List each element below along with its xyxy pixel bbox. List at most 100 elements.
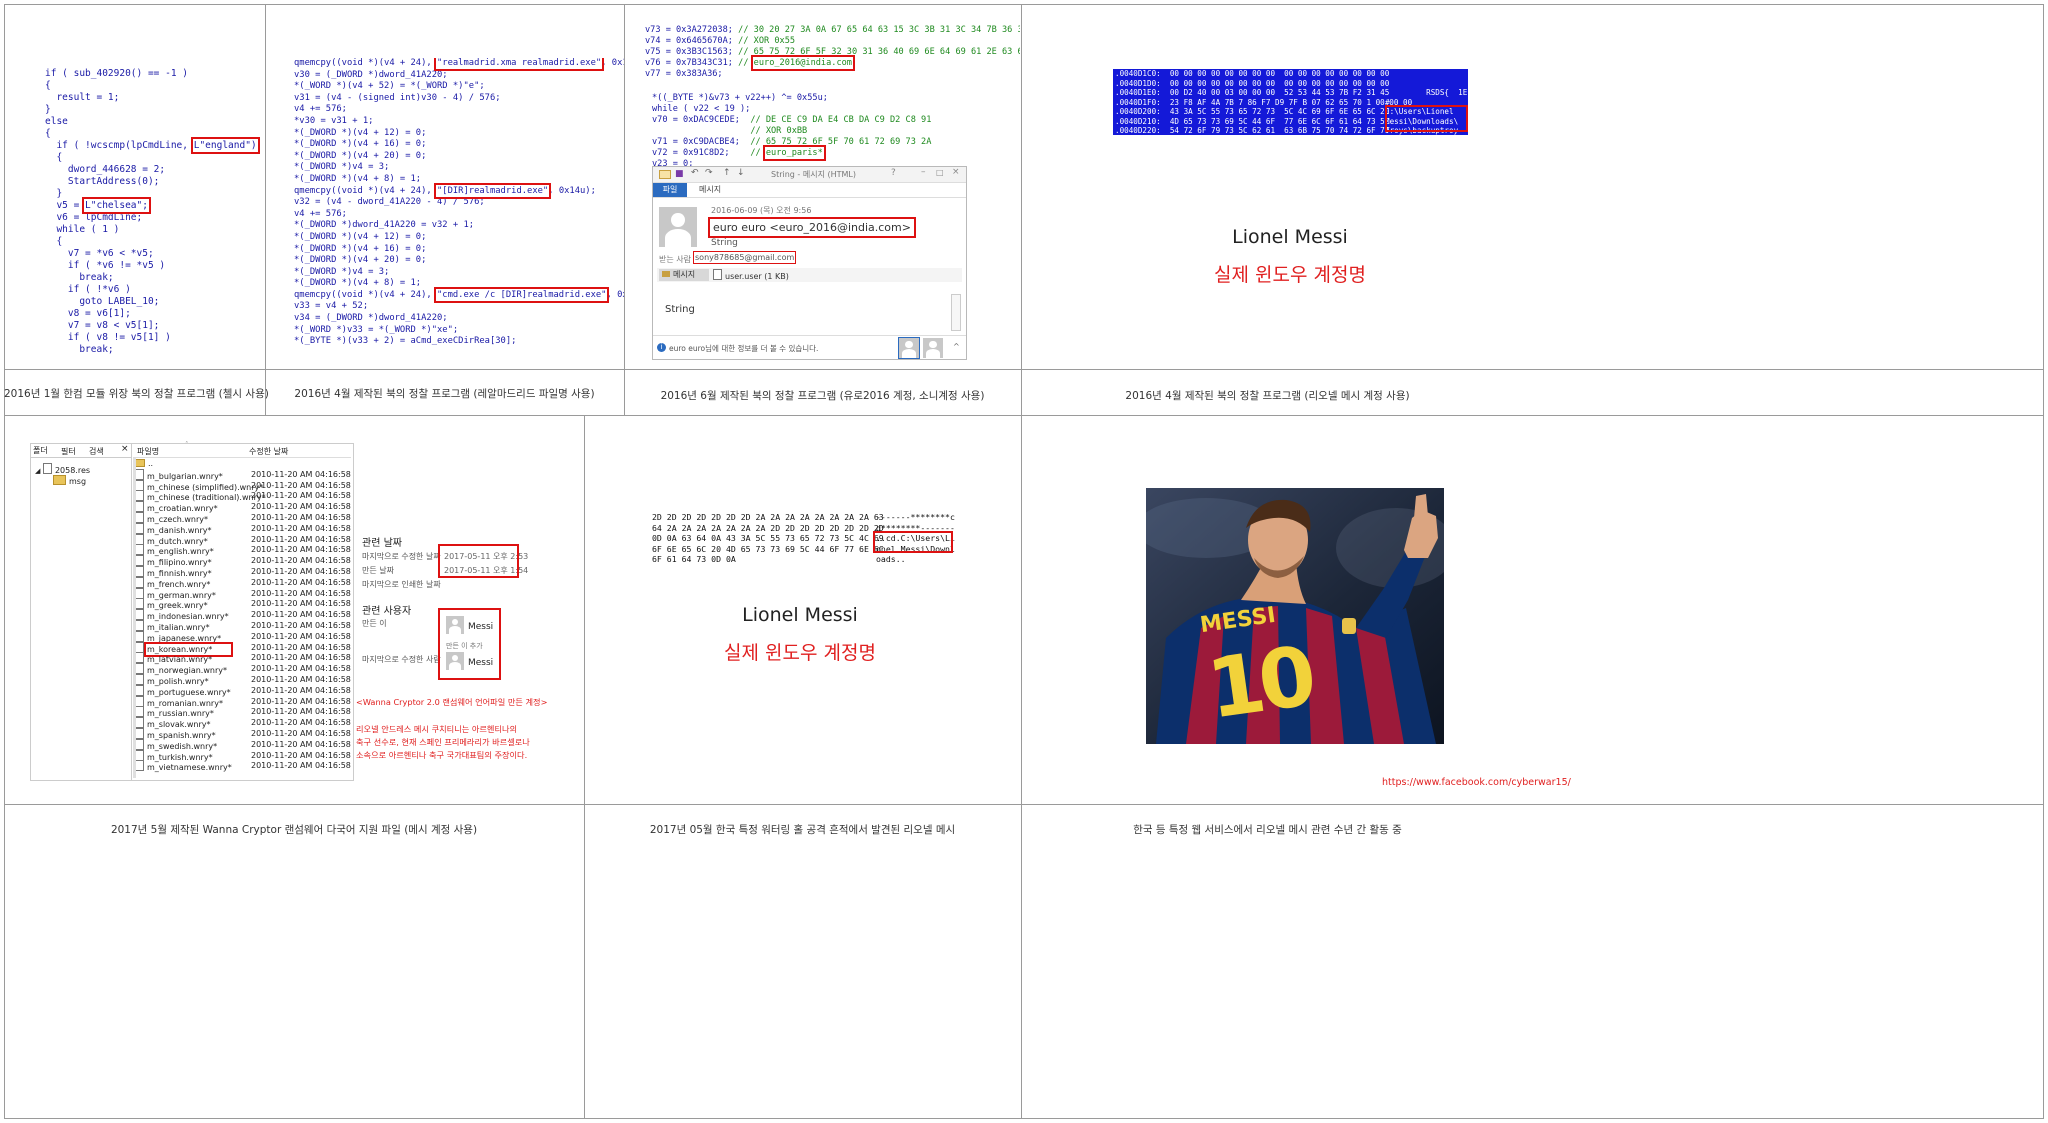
file-row[interactable]: m_danish.wnry* 2010-11-20 AM 04:16:58 <box>135 522 351 535</box>
caption-panel-3: 2016년 6월 제작된 북의 정찰 프로그램 (유로2016 계정, 소니계정… <box>660 390 985 402</box>
column-date[interactable]: 수정한 날짜 <box>249 446 288 457</box>
file-date: 2010-11-20 AM 04:16:58 <box>251 545 351 555</box>
file-date: 2010-11-20 AM 04:16:58 <box>251 685 351 695</box>
file-row[interactable]: m_filipino.wnry* 2010-11-20 AM 04:16:58 <box>135 555 351 567</box>
file-row[interactable]: m_finnish.wnry* 2010-11-20 AM 04:16:58 <box>135 566 351 578</box>
code-line: v4 += 576; <box>294 104 347 115</box>
undo-icon[interactable]: ↶ <box>691 168 699 178</box>
up-arrow-icon[interactable]: ↑ <box>723 168 731 178</box>
file-row[interactable]: m_chinese (traditional).wnry* 2010-11-20 … <box>135 490 351 502</box>
hex-line: 0D 0A 63 64 0A 43 3A 5C 55 73 65 72 73 5… <box>652 533 884 544</box>
list-scrollbar[interactable] <box>133 458 136 778</box>
code-line: // XOR 0xBB <box>750 126 808 136</box>
mail-recipient[interactable]: sony878685@gmail.com <box>692 251 797 264</box>
file-row[interactable]: m_vietnamese.wnry* 2010-11-20 AM 04:16:58 <box>135 760 351 772</box>
file-icon <box>135 620 144 631</box>
help-icon[interactable]: ? <box>891 168 896 178</box>
code-line: *(_DWORD *)(v4 + 20) = 0; <box>294 255 427 266</box>
parent-folder-row[interactable]: .. <box>135 458 351 469</box>
file-row[interactable]: m_dutch.wnry* 2010-11-20 AM 04:16:58 <box>135 533 351 546</box>
file-row[interactable]: m_latvian.wnry* 2010-11-20 AM 04:16:58 <box>135 652 351 664</box>
file-row[interactable]: m_bulgarian.wnry* 2010-11-20 AM 04:16:58 <box>135 468 351 481</box>
file-row[interactable]: m_italian.wnry* 2010-11-20 AM 04:16:58 <box>135 620 351 632</box>
code-line: v70 = 0xDAC9CEDE; // DE CE C9 DA E4 CB D… <box>652 115 932 125</box>
tree-item-msg[interactable]: msg <box>53 475 86 486</box>
tab-message[interactable]: 메시지 <box>699 184 721 195</box>
tab-search[interactable]: 검색 <box>89 446 104 457</box>
file-row[interactable]: m_chinese (simplified).wnry* 2010-11-20 A… <box>135 479 351 492</box>
expand-icon[interactable]: ◢ <box>35 467 40 475</box>
tree-item-2058[interactable]: ◢ 2058.res <box>35 463 90 475</box>
collapse-icon[interactable]: ^ <box>953 342 960 351</box>
people-avatar-1[interactable] <box>898 337 920 359</box>
file-row[interactable]: m_russian.wnry* 2010-11-20 AM 04:16:58 <box>135 706 351 718</box>
decompiled-code-chelsea: if ( sub_402920() == -1 ){ result = 1;} e… <box>45 68 260 358</box>
caption-panel-1: 2016년 1월 한컴 모듈 위장 북의 정찰 프로그램 (첼시 사용) <box>4 388 269 400</box>
file-date: 2010-11-20 AM 04:16:58 <box>251 491 351 501</box>
mail-subject: String <box>711 238 738 248</box>
divider <box>4 369 2044 370</box>
code-line: StartAddress(0); <box>45 176 160 187</box>
file-row[interactable]: m_french.wnry* 2010-11-20 AM 04:16:58 <box>135 576 351 589</box>
file-row[interactable]: m_czech.wnry* 2010-11-20 AM 04:16:58 <box>135 512 351 524</box>
code-line: v30 = (_DWORD *)dword_41A220; <box>294 69 448 80</box>
file-icon <box>135 479 144 491</box>
minimize-icon[interactable]: – <box>921 167 926 177</box>
hex-line: .0040D1D0: 00 00 00 00 00 00 00 00 00 00… <box>1115 78 1390 88</box>
file-row[interactable]: m_romanian.wnry* 2010-11-20 AM 04:16:58 <box>135 695 351 708</box>
file-row[interactable]: m_indonesian.wnry* 2010-11-20 AM 04:16:58 <box>135 609 351 621</box>
attachment-tab[interactable]: 메시지 <box>659 269 709 281</box>
file-row[interactable]: m_spanish.wnry* 2010-11-20 AM 04:16:58 <box>135 728 351 740</box>
sort-icon: ˆ <box>185 441 189 449</box>
jersey-number: 10 <box>1201 629 1317 738</box>
file-icon <box>135 695 144 707</box>
file-row[interactable]: m_german.wnry* 2010-11-20 AM 04:16:58 <box>135 587 351 600</box>
divider <box>584 415 585 1119</box>
mail-scrollbar[interactable] <box>951 294 961 331</box>
people-avatar-2[interactable] <box>923 338 943 358</box>
file-row[interactable]: m_swedish.wnry* 2010-11-20 AM 04:16:58 <box>135 738 351 751</box>
file-date: 2010-11-20 AM 04:16:58 <box>251 469 351 479</box>
file-row[interactable]: m_croatian.wnry* 2010-11-20 AM 04:16:58 <box>135 501 351 513</box>
divider <box>624 4 625 415</box>
attachment-file[interactable]: user.user (1 KB) <box>713 269 789 283</box>
tree-item-label: msg <box>69 477 87 486</box>
highlight-messi-path <box>873 531 953 553</box>
source-url[interactable]: https://www.facebook.com/cyberwar15/ <box>1382 777 1571 788</box>
divider <box>4 415 2044 416</box>
close-icon[interactable]: × <box>121 444 129 454</box>
maximize-icon[interactable]: □ <box>936 168 944 177</box>
file-row[interactable]: m_polish.wnry* 2010-11-20 AM 04:16:58 <box>135 674 351 686</box>
file-row[interactable]: m_japanese.wnry* 2010-11-20 AM 04:16:58 <box>135 630 351 643</box>
close-icon[interactable]: × <box>952 167 960 177</box>
hex-line: .0040D1C0: 00 00 00 00 00 00 00 00 00 00… <box>1115 69 1390 78</box>
file-row[interactable]: m_greek.wnry* 2010-11-20 AM 04:16:58 <box>135 598 351 610</box>
hex-line: .0040D220: 54 72 6F 79 73 5C 62 61 63 6B… <box>1115 126 1390 135</box>
tab-filter[interactable]: 필터 <box>61 446 76 457</box>
attachment-bar: 메시지 user.user (1 KB) <box>657 268 962 282</box>
file-date: 2010-11-20 AM 04:16:58 <box>251 707 351 717</box>
account-name: Lionel Messi <box>742 604 858 626</box>
save-icon[interactable]: ■ <box>675 169 684 179</box>
code-line: *(_DWORD *)(v4 + 8) = 1; <box>294 278 422 289</box>
code-line: v8 = v6[1]; <box>45 308 131 319</box>
tab-file[interactable]: 파일 <box>653 183 687 197</box>
file-row[interactable]: m_norwegian.wnry* 2010-11-20 AM 04:16:58 <box>135 663 351 675</box>
file-row[interactable]: m_turkish.wnry* 2010-11-20 AM 04:16:58 <box>135 749 351 762</box>
file-row[interactable]: m_english.wnry* 2010-11-20 AM 04:16:58 <box>135 544 351 556</box>
file-name: .. <box>148 459 154 468</box>
file-row[interactable]: m_portuguese.wnry* 2010-11-20 AM 04:16:58 <box>135 684 351 697</box>
redo-icon[interactable]: ↷ <box>705 168 713 178</box>
people-pane: i euro euro님에 대한 정보를 더 볼 수 있습니다. ^ <box>653 335 966 360</box>
folder-icon <box>53 475 66 485</box>
file-row[interactable]: m_slovak.wnry* 2010-11-20 AM 04:16:58 <box>135 717 351 729</box>
file-icon <box>135 566 144 577</box>
printed-label: 마지막으로 인쇄한 날짜 <box>362 580 441 589</box>
file-icon <box>135 663 144 675</box>
column-name[interactable]: 파일명 <box>137 446 159 457</box>
file-row[interactable]: m_korean.wnry* 2010-11-20 AM 04:16:58 <box>135 641 351 657</box>
down-arrow-icon[interactable]: ↓ <box>737 168 745 178</box>
tab-folder[interactable]: 폴더 <box>33 445 48 456</box>
file-date: 2010-11-20 AM 04:16:58 <box>251 567 351 576</box>
code-line: v71 = 0xC9DACBE4; // 65 75 72 6F 5F 70 6… <box>652 137 932 147</box>
